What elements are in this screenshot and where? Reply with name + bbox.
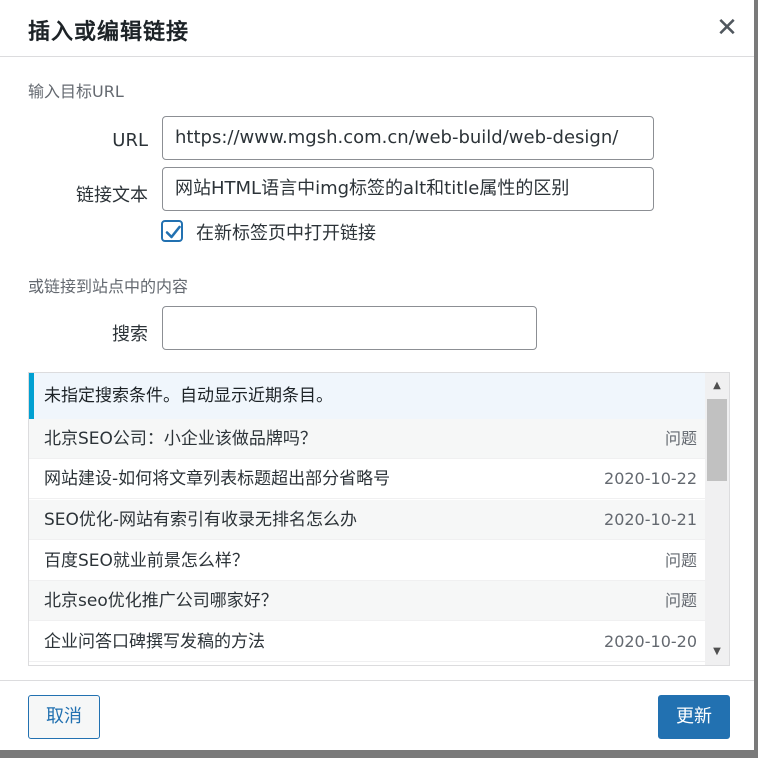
cancel-button[interactable]: 取消 — [28, 695, 100, 739]
result-title: 百度SEO就业前景怎么样？ — [44, 551, 249, 571]
result-title: 北京seo优化推广公司哪家好？ — [44, 591, 278, 611]
result-item[interactable]: 企业问答口碑撰写发稿的方法 2020-10-20 — [29, 622, 705, 662]
result-item[interactable]: SEO优化-网站有索引有收录无排名怎么办 2020-10-21 — [29, 500, 705, 540]
backdrop-edge — [754, 0, 758, 758]
result-info: 问题 — [664, 591, 697, 610]
result-item[interactable]: 百度SEO就业前景怎么样？ 问题 — [29, 541, 705, 581]
result-item[interactable]: 网站建设-如何将文章列表标题超出部分省略号 2020-10-22 — [29, 459, 705, 499]
result-title: SEO优化-网站有索引有收录无排名怎么办 — [44, 510, 358, 530]
link-dialog: 插入或编辑链接 ✕ 输入目标URL URL https://www.mgsh.c… — [0, 0, 754, 750]
link-text-label: 链接文本 — [76, 185, 148, 206]
scroll-up-arrow-icon[interactable]: ▲ — [705, 375, 729, 397]
results-list: 未指定搜索条件。自动显示近期条目。 北京SEO公司：小企业该做品牌吗？ 问题 网… — [28, 372, 730, 666]
update-button[interactable]: 更新 — [658, 695, 730, 739]
scroll-thumb[interactable] — [707, 399, 727, 481]
result-item[interactable]: 北京SEO公司：小企业该做品牌吗？ 问题 — [29, 419, 705, 459]
url-input[interactable]: https://www.mgsh.com.cn/web-build/web-de… — [162, 116, 654, 160]
link-text-input[interactable]: 网站HTML语言中img标签的alt和title属性的区别 — [162, 167, 654, 211]
result-item[interactable]: 北京seo优化推广公司哪家好？ 问题 — [29, 581, 705, 621]
new-tab-label[interactable]: 在新标签页中打开链接 — [196, 219, 376, 245]
dialog-title: 插入或编辑链接 — [28, 20, 190, 45]
close-icon[interactable]: ✕ — [712, 12, 742, 44]
search-input[interactable] — [162, 306, 537, 350]
results-notice: 未指定搜索条件。自动显示近期条目。 — [29, 373, 705, 419]
url-label: URL — [112, 130, 148, 151]
scroll-down-arrow-icon[interactable]: ▼ — [705, 641, 729, 663]
result-info: 2020-10-22 — [604, 469, 697, 488]
result-title: 企业问答口碑撰写发稿的方法 — [44, 632, 265, 652]
result-title: 网站建设-如何将文章列表标题超出部分省略号 — [44, 469, 391, 489]
result-info: 2020-10-20 — [604, 632, 697, 651]
backdrop-edge — [0, 750, 758, 758]
dialog-header: 插入或编辑链接 ✕ — [0, 0, 754, 57]
search-label: 搜索 — [112, 324, 148, 345]
result-info: 问题 — [664, 429, 697, 448]
search-section-heading: 或链接到站点中的内容 — [28, 277, 189, 296]
new-tab-checkbox[interactable] — [161, 220, 183, 242]
result-title: 北京SEO公司：小企业该做品牌吗？ — [44, 429, 317, 449]
dialog-footer: 取消 更新 — [0, 680, 754, 750]
url-section-heading: 输入目标URL — [28, 82, 124, 101]
result-info: 问题 — [664, 551, 697, 570]
result-info: 2020-10-21 — [604, 510, 697, 529]
checkmark-icon — [165, 225, 181, 239]
results-scrollbar[interactable]: ▲ ▼ — [705, 373, 729, 665]
